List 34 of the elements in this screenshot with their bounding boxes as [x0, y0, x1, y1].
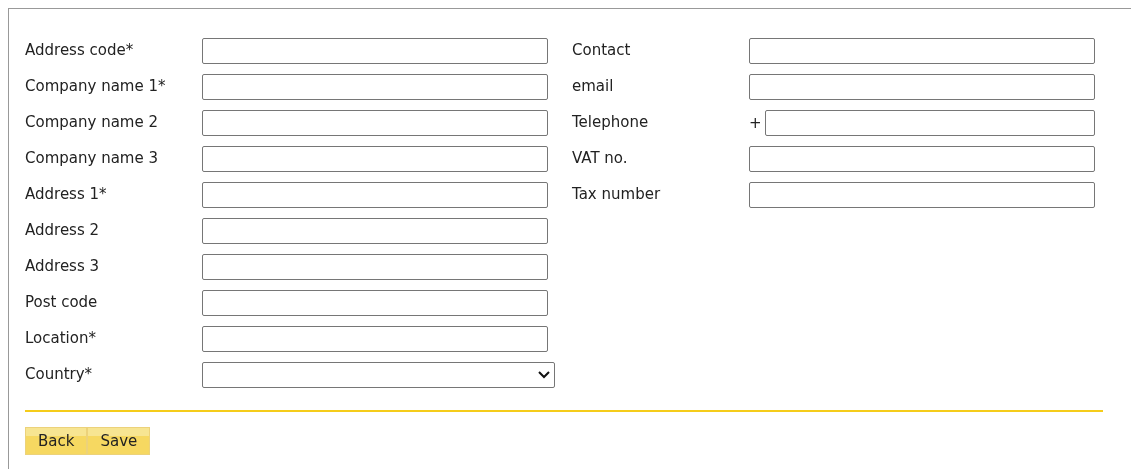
text-field[interactable]	[202, 326, 548, 352]
text-field[interactable]	[749, 38, 1095, 64]
chevron-icon	[538, 371, 550, 379]
field-label: Address code*	[25, 40, 135, 61]
text-field[interactable]	[749, 182, 1095, 208]
field-label: Company name 2	[25, 112, 159, 133]
field-label: Address 1*	[25, 184, 108, 205]
text-field[interactable]	[202, 290, 548, 316]
text-field[interactable]	[202, 182, 548, 208]
field-label: email	[572, 76, 615, 97]
form-button[interactable]: Back	[25, 427, 88, 455]
phone-prefix: +	[749, 113, 762, 134]
text-field[interactable]	[202, 218, 548, 244]
text-field[interactable]	[749, 146, 1095, 172]
field-label: Address 2	[25, 220, 101, 241]
field-label: Country*	[25, 364, 94, 385]
field-label: Company name 1*	[25, 76, 167, 97]
field-label: Telephone	[572, 112, 650, 133]
text-field[interactable]	[202, 110, 548, 136]
text-field[interactable]	[202, 74, 548, 100]
field-label: Tax number	[572, 184, 662, 205]
country-dropdown[interactable]	[202, 362, 555, 388]
field-label: Company name 3	[25, 148, 159, 169]
field-label: Post code	[25, 292, 99, 313]
field-label: Location*	[25, 328, 97, 349]
text-field[interactable]	[202, 254, 548, 280]
field-label: Contact	[572, 40, 632, 61]
phone-field[interactable]	[764, 110, 1095, 136]
text-field[interactable]	[202, 146, 548, 172]
text-field[interactable]	[749, 74, 1095, 100]
form-button[interactable]: Save	[87, 427, 151, 455]
field-label: Address 3	[25, 256, 101, 277]
text-field[interactable]	[202, 38, 548, 64]
field-label: VAT no.	[572, 148, 629, 169]
